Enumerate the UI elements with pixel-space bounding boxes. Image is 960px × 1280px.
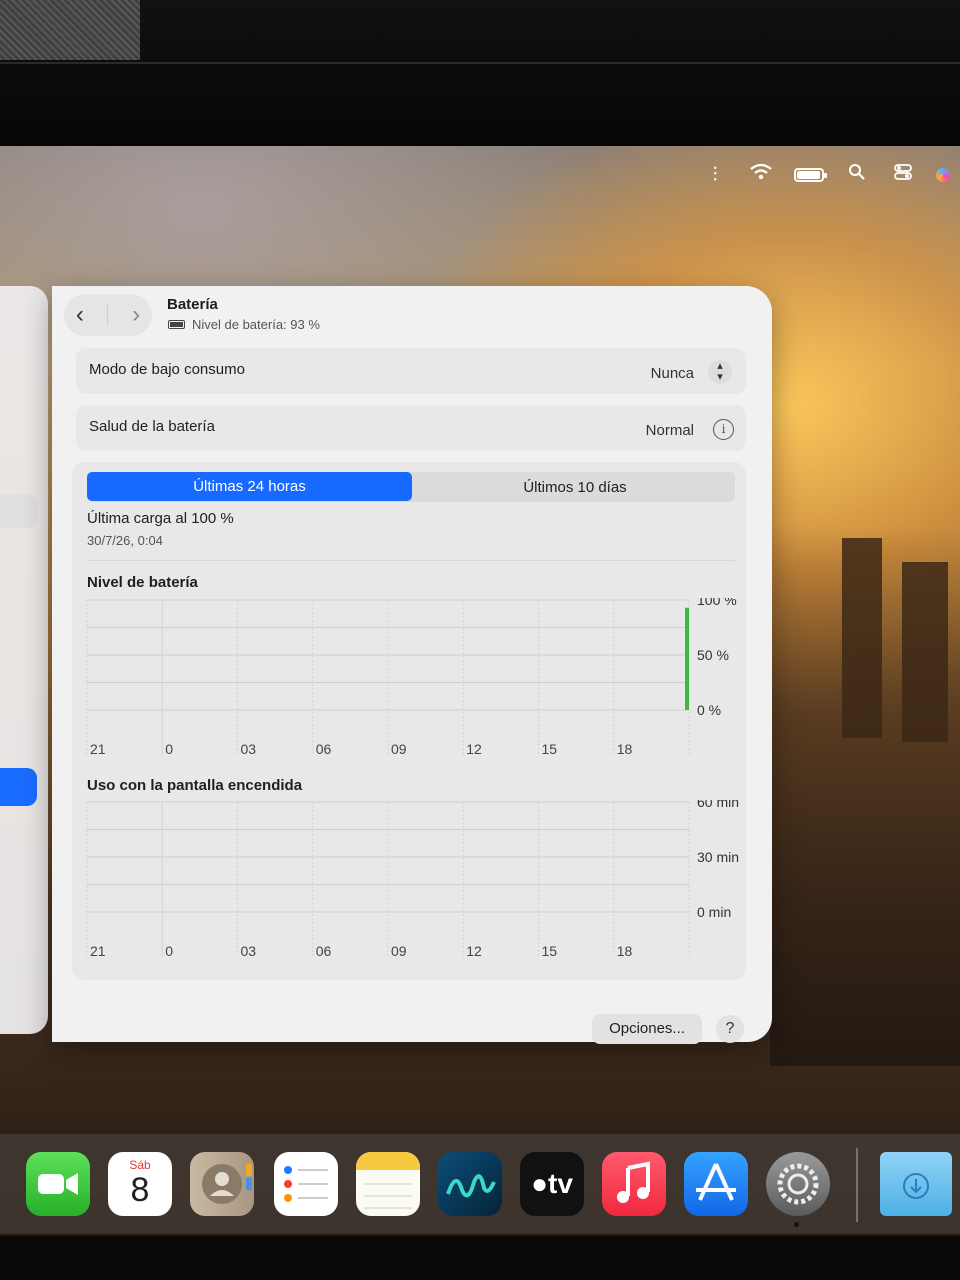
- screen-usage-chart-title: Uso con la pantalla encendida: [87, 777, 303, 794]
- screen-usage-chart: 60 min 30 min 0 min 21 0 03 06 09 12 15 18 8 ago: [86, 800, 744, 970]
- notes-icon[interactable]: [356, 1152, 420, 1216]
- running-app-indicator: [794, 1222, 799, 1227]
- x-tick-label: 06: [316, 943, 332, 959]
- app-store-icon[interactable]: [684, 1152, 748, 1216]
- sidebar-item-battery[interactable]: [0, 768, 37, 806]
- battery-level-chart: 100 % 50 % 0 % 21 0 03 06 09 12 15 18: [86, 598, 744, 758]
- battery-level-subtitle: Nivel de batería: 93 %: [168, 317, 320, 332]
- wifi-icon[interactable]: [748, 160, 774, 190]
- search-icon[interactable]: [844, 160, 870, 190]
- wallpaper-tower: [902, 562, 948, 742]
- last-charge-label: Última carga al 100 %: [87, 510, 234, 527]
- calendar-icon[interactable]: Sáb 8: [108, 1152, 172, 1216]
- y-tick-label: 0 min: [697, 904, 731, 920]
- dock-separator: [856, 1148, 858, 1222]
- airpods-icon[interactable]: ⫶: [702, 160, 728, 190]
- settings-sidebar: [0, 286, 48, 1034]
- bezel-corner-texture: [0, 0, 140, 60]
- options-button[interactable]: Opciones...: [592, 1014, 702, 1044]
- date-label: 8 ago: [165, 969, 200, 970]
- downloads-folder-icon[interactable]: [880, 1152, 952, 1216]
- system-settings-icon[interactable]: [766, 1152, 830, 1216]
- battery-level-chart-title: Nivel de batería: [87, 574, 198, 591]
- help-button[interactable]: ?: [716, 1015, 744, 1043]
- x-tick-label: 09: [391, 741, 407, 757]
- calendar-date-label: 8: [130, 1171, 150, 1209]
- battery-level-chart-svg: 100 % 50 % 0 % 21 0 03 06 09 12 15 18: [86, 598, 737, 757]
- x-tick-label: 03: [241, 943, 257, 959]
- bezel-bottom: [0, 1236, 960, 1280]
- y-tick-label: 30 min: [697, 849, 739, 865]
- battery-icon: [168, 320, 185, 329]
- x-tick-label: 0: [165, 943, 173, 959]
- sidebar-search-field[interactable]: [0, 494, 38, 528]
- low-power-mode-row[interactable]: Modo de bajo consumo Nunca ▴ ▾: [76, 348, 746, 394]
- popup-stepper-icon[interactable]: ▴ ▾: [708, 360, 732, 384]
- y-tick-label: 60 min: [697, 800, 739, 810]
- bezel-top: [0, 0, 960, 148]
- x-tick-label: 18: [617, 741, 633, 757]
- x-tick-label: 12: [466, 741, 482, 757]
- x-tick-label: 15: [542, 741, 558, 757]
- music-icon[interactable]: [602, 1152, 666, 1216]
- navigation-buttons: ‹ ›: [64, 294, 152, 336]
- y-tick-label: 100 %: [697, 598, 737, 608]
- time-range-segmented-control: Últimas 24 horas Últimos 10 días: [87, 472, 735, 502]
- low-power-mode-value[interactable]: Nunca: [651, 365, 694, 382]
- battery-level-text: Nivel de batería: 93 %: [192, 317, 320, 332]
- wallpaper-tower: [842, 538, 882, 738]
- x-tick-label: 12: [466, 943, 482, 959]
- apple-logo-icon: ●: [531, 1168, 548, 1199]
- desktop-screen: ⫶ ‹ › Batería Nivel de batería: 93 % Mod…: [0, 146, 960, 1238]
- battery-icon[interactable]: [794, 168, 827, 182]
- freeform-icon[interactable]: [438, 1152, 502, 1216]
- x-tick-label: 03: [241, 741, 257, 757]
- page-title: Batería: [167, 296, 218, 313]
- usage-panel: Últimas 24 horas Últimos 10 días Última …: [72, 462, 746, 980]
- x-tick-label: 15: [542, 943, 558, 959]
- battery-health-label: Salud de la batería: [89, 418, 215, 435]
- apple-tv-icon[interactable]: ●tv: [520, 1152, 584, 1216]
- last-charge-date: 30/7/26, 0:04: [87, 533, 163, 548]
- low-power-mode-label: Modo de bajo consumo: [89, 361, 245, 378]
- info-icon[interactable]: i: [713, 419, 734, 440]
- facetime-icon[interactable]: [26, 1152, 90, 1216]
- forward-button[interactable]: ›: [132, 294, 140, 336]
- tv-label: tv: [548, 1168, 573, 1199]
- control-center-icon[interactable]: [890, 160, 916, 190]
- panel-divider: [87, 560, 735, 561]
- x-tick-label: 21: [90, 943, 106, 959]
- contacts-icon[interactable]: [190, 1152, 254, 1216]
- calendar-day-label: Sáb: [129, 1158, 151, 1172]
- battery-health-row: Salud de la batería Normal i: [76, 405, 746, 451]
- x-tick-label: 09: [391, 943, 407, 959]
- battery-level-bar: [685, 607, 689, 710]
- reminders-icon[interactable]: [274, 1152, 338, 1216]
- battery-settings-window: ‹ › Batería Nivel de batería: 93 % Modo …: [52, 286, 772, 1044]
- nav-separator: [107, 304, 109, 326]
- back-button[interactable]: ‹: [76, 294, 84, 336]
- x-tick-label: 18: [617, 943, 633, 959]
- battery-health-value: Normal: [645, 422, 694, 439]
- tab-last-24-hours[interactable]: Últimas 24 horas: [87, 472, 412, 501]
- y-tick-label: 50 %: [697, 647, 729, 663]
- dock: Sáb 8 ●tv: [0, 1134, 960, 1234]
- bezel-hairline: [0, 62, 960, 64]
- x-tick-label: 06: [316, 741, 332, 757]
- y-tick-label: 0 %: [697, 702, 721, 718]
- menu-bar: ⫶: [702, 160, 960, 190]
- tab-last-10-days[interactable]: Últimos 10 días: [415, 474, 735, 502]
- screen-usage-chart-svg: 60 min 30 min 0 min 21 0 03 06 09 12 15 18 8 ago: [86, 800, 739, 970]
- x-tick-label: 21: [90, 741, 106, 757]
- siri-icon[interactable]: [936, 168, 950, 182]
- x-tick-label: 0: [165, 741, 173, 757]
